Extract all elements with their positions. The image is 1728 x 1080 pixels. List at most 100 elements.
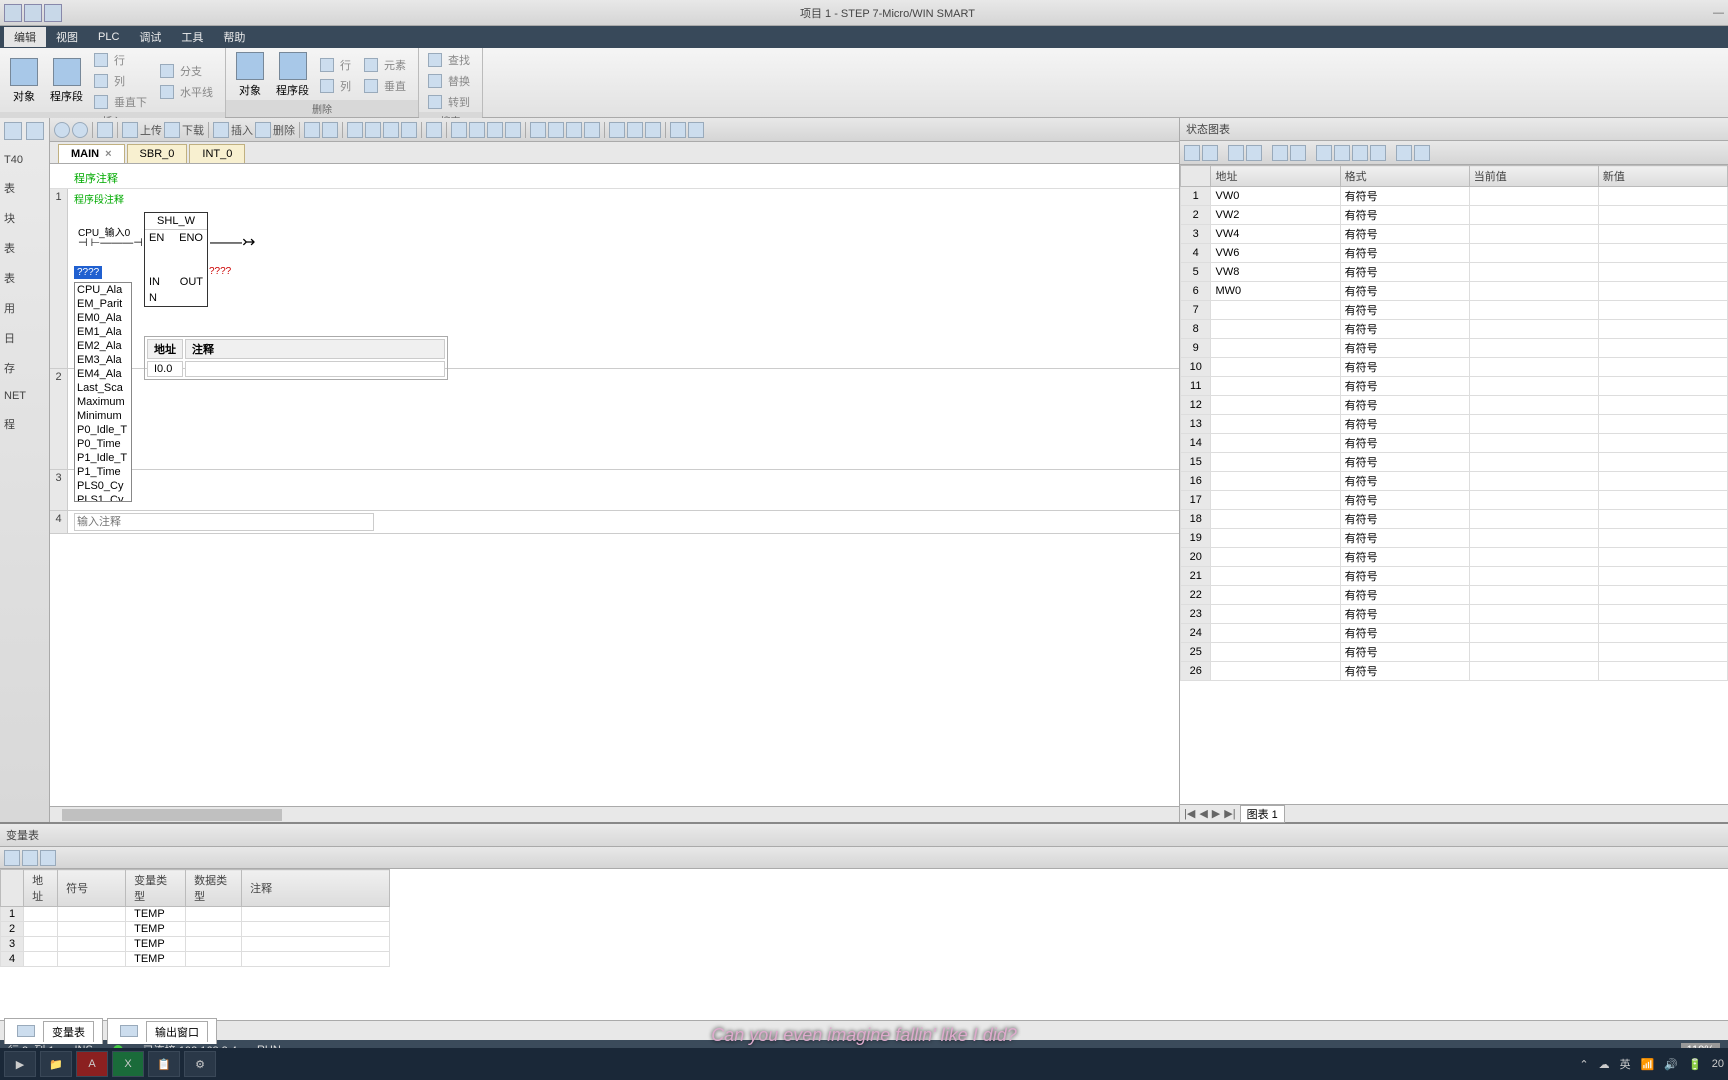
dropdown-item[interactable]: CPU_Ala (75, 283, 131, 297)
new-cell[interactable] (1598, 206, 1727, 225)
fmt-cell[interactable]: 有符号 (1340, 282, 1469, 301)
ime-indicator[interactable]: 英 (1620, 1056, 1631, 1072)
tb-icon[interactable] (365, 122, 381, 138)
qat-print-icon[interactable] (44, 4, 62, 22)
cur-cell[interactable] (1469, 244, 1598, 263)
addr-cell[interactable]: VW4 (1211, 225, 1340, 244)
vtype-cell[interactable]: TEMP (126, 922, 186, 937)
delete-segment-button[interactable]: 程序段 (272, 50, 313, 100)
qat-save-icon[interactable] (24, 4, 42, 22)
addr-cell[interactable]: VW2 (1211, 206, 1340, 225)
menu-help[interactable]: 帮助 (213, 27, 255, 47)
addr-cell[interactable] (1211, 624, 1340, 643)
menu-debug[interactable]: 调试 (129, 27, 171, 47)
nav-first-icon[interactable]: |◀ (1184, 807, 1195, 820)
sc-icon[interactable] (1334, 145, 1350, 161)
dropdown-item[interactable]: EM_Parit (75, 297, 131, 311)
new-cell[interactable] (1598, 643, 1727, 662)
cur-cell[interactable] (1469, 301, 1598, 320)
sc-icon[interactable] (1316, 145, 1332, 161)
qat-icon[interactable] (4, 4, 22, 22)
fmt-cell[interactable]: 有符号 (1340, 358, 1469, 377)
sc-icon[interactable] (1370, 145, 1386, 161)
task-icon[interactable]: X (112, 1051, 144, 1077)
fmt-cell[interactable]: 有符号 (1340, 320, 1469, 339)
new-cell[interactable] (1598, 282, 1727, 301)
tb-icon[interactable] (530, 122, 546, 138)
new-cell[interactable] (1598, 358, 1727, 377)
empty-rung[interactable]: ——↣ (74, 472, 1173, 508)
var-table[interactable]: 地址 符号 变量类型 数据类型 注释 1TEMP2TEMP3TEMP4TEMP (0, 869, 1728, 1020)
new-cell[interactable] (1598, 301, 1727, 320)
addr-cell[interactable]: I0.0 (147, 361, 183, 377)
fmt-cell[interactable]: 有符号 (1340, 339, 1469, 358)
addr-cell[interactable] (1211, 358, 1340, 377)
menu-tools[interactable]: 工具 (171, 27, 213, 47)
new-cell[interactable] (1598, 339, 1727, 358)
tb-icon[interactable] (688, 122, 704, 138)
cur-cell[interactable] (1469, 510, 1598, 529)
tb-icon[interactable] (401, 122, 417, 138)
tb-icon[interactable] (505, 122, 521, 138)
stop-icon[interactable] (72, 122, 88, 138)
addr-cell[interactable] (1211, 472, 1340, 491)
task-icon[interactable]: ⚙ (184, 1051, 216, 1077)
addr-cell[interactable] (1211, 434, 1340, 453)
dropdown-item[interactable]: EM2_Ala (75, 339, 131, 353)
address-table[interactable]: 地址注释 I0.0 (144, 336, 448, 380)
fmt-cell[interactable]: 有符号 (1340, 643, 1469, 662)
insert-row-button[interactable]: 行 (91, 50, 153, 70)
tray-chevron-icon[interactable]: ⌃ (1579, 1058, 1588, 1071)
left-item[interactable]: 块 (4, 210, 45, 226)
new-cell[interactable] (1598, 263, 1727, 282)
network-comment[interactable]: 程序段注释 (74, 191, 1173, 206)
cur-cell[interactable] (1469, 263, 1598, 282)
minimize-button[interactable]: — (1713, 7, 1724, 19)
cur-cell[interactable] (1469, 567, 1598, 586)
sc-del-icon[interactable] (1202, 145, 1218, 161)
addr-cell[interactable] (1211, 339, 1340, 358)
tree-icon[interactable] (4, 122, 22, 140)
new-cell[interactable] (1598, 434, 1727, 453)
sc-icon[interactable] (1414, 145, 1430, 161)
addr-cell[interactable] (1211, 396, 1340, 415)
ladder-editor[interactable]: 程序注释 1 程序段注释 CPU_输入0 ⊣ ⊢———⊣ ⊢ SHL_W ENE… (50, 164, 1179, 806)
vt-icon[interactable] (22, 850, 38, 866)
compile-icon[interactable] (97, 122, 113, 138)
delete-tb-icon[interactable] (255, 122, 271, 138)
left-item[interactable]: 表 (4, 180, 45, 196)
addr-cell[interactable] (1211, 320, 1340, 339)
addr-cell[interactable] (1211, 567, 1340, 586)
fmt-cell[interactable]: 有符号 (1340, 548, 1469, 567)
addr-cell[interactable] (1211, 377, 1340, 396)
left-item[interactable]: 表 (4, 270, 45, 286)
new-cell[interactable] (1598, 187, 1727, 206)
addr-cell[interactable] (1211, 586, 1340, 605)
chart-tab[interactable]: 图表 1 (1240, 805, 1285, 823)
insert-tb-icon[interactable] (213, 122, 229, 138)
tab-output-window[interactable]: 输出窗口 (107, 1018, 217, 1044)
sc-run-icon[interactable] (1228, 145, 1244, 161)
delete-col-button[interactable]: 列 (317, 76, 357, 96)
fmt-cell[interactable]: 有符号 (1340, 624, 1469, 643)
dropdown-item[interactable]: Maximum (75, 395, 131, 409)
fmt-cell[interactable]: 有符号 (1340, 491, 1469, 510)
replace-button[interactable]: 替换 (425, 71, 476, 91)
tb-icon[interactable] (347, 122, 363, 138)
nav-prev-icon[interactable]: ◀ (1199, 807, 1207, 820)
addr-cell[interactable] (1211, 453, 1340, 472)
addr-cell[interactable] (1211, 510, 1340, 529)
cur-cell[interactable] (1469, 396, 1598, 415)
tab-int[interactable]: INT_0 (189, 144, 245, 163)
new-cell[interactable] (1598, 377, 1727, 396)
cur-cell[interactable] (1469, 491, 1598, 510)
cur-cell[interactable] (1469, 643, 1598, 662)
menu-plc[interactable]: PLC (88, 29, 129, 45)
fmt-cell[interactable]: 有符号 (1340, 225, 1469, 244)
tray-volume-icon[interactable]: 🔊 (1664, 1058, 1678, 1071)
vtype-cell[interactable]: TEMP (126, 952, 186, 967)
fmt-cell[interactable]: 有符号 (1340, 586, 1469, 605)
tb-icon[interactable] (469, 122, 485, 138)
upload-icon[interactable] (122, 122, 138, 138)
fmt-cell[interactable]: 有符号 (1340, 206, 1469, 225)
